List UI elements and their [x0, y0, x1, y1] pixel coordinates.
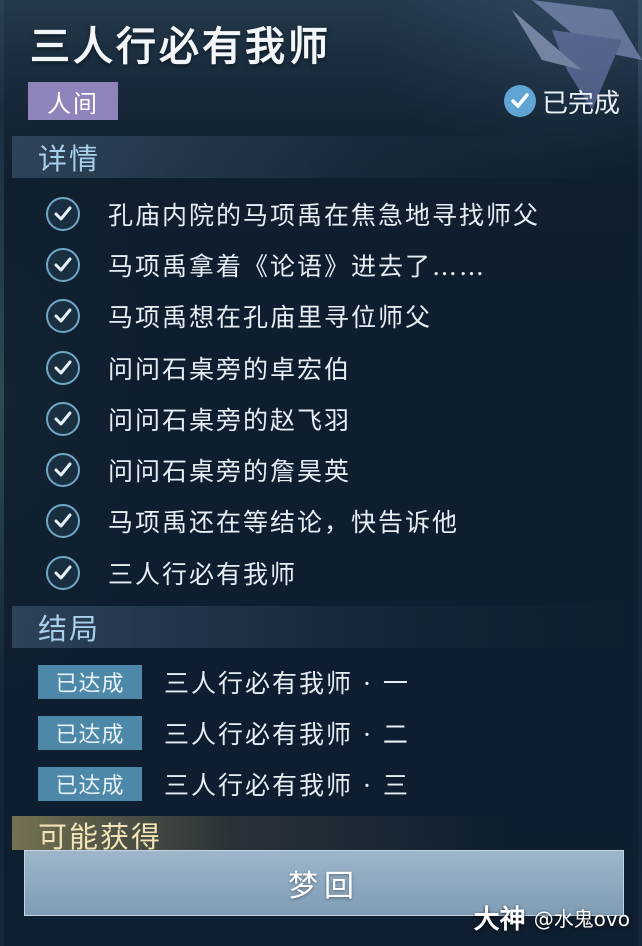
achieved-badge: 已达成: [38, 766, 142, 801]
details-list: 孔庙内院的马项禹在焦急地寻找师父 马项禹拿着《论语》进去了…… 马项禹想在孔庙里…: [46, 188, 540, 598]
endings-list: 已达成 三人行必有我师 · 一 已达成 三人行必有我师 · 二 已达成 三人行必…: [38, 656, 410, 809]
checkmark-icon: [46, 555, 80, 590]
ending-row[interactable]: 已达成 三人行必有我师 · 三: [38, 758, 410, 809]
achieved-badge: 已达成: [38, 715, 142, 750]
rewards-heading: 可能获得: [12, 816, 630, 850]
checkmark-icon: [503, 85, 536, 117]
ending-row[interactable]: 已达成 三人行必有我师 · 一: [38, 656, 410, 707]
ending-label: 三人行必有我师 · 三: [164, 770, 410, 800]
checkmark-icon: [46, 504, 80, 539]
watermark-logo: 大神: [473, 905, 526, 935]
list-item: 问问石桌旁的詹昊英: [46, 444, 540, 495]
list-item: 马项禹还在等结论，快告诉他: [46, 496, 540, 547]
detail-text: 三人行必有我师: [108, 559, 298, 589]
ending-label: 三人行必有我师 · 一: [164, 668, 410, 698]
list-item: 马项禹拿着《论语》进去了……: [46, 239, 540, 290]
list-item: 三人行必有我师: [46, 547, 540, 598]
checkmark-icon: [46, 401, 80, 436]
watermark-user: @水鬼ovo: [533, 907, 630, 931]
list-item: 问问石桌旁的赵飞羽: [46, 393, 540, 444]
completion-status: 已完成: [503, 82, 620, 120]
achieved-badge: 已达成: [38, 664, 142, 699]
list-item: 孔庙内院的马项禹在焦急地寻找师父: [46, 188, 540, 239]
checkmark-icon: [46, 453, 80, 488]
detail-text: 马项禹想在孔庙里寻位师父: [108, 303, 433, 333]
detail-text: 马项禹还在等结论，快告诉他: [108, 508, 460, 538]
list-item: 问问石桌旁的卓宏伯: [46, 342, 540, 393]
detail-text: 孔庙内院的马项禹在焦急地寻找师父: [108, 200, 541, 230]
detail-text: 问问石桌旁的卓宏伯: [108, 354, 352, 384]
list-item: 马项禹想在孔庙里寻位师父: [46, 291, 540, 342]
quest-title: 三人行必有我师: [30, 23, 331, 70]
checkmark-icon: [46, 350, 80, 385]
status-label: 已完成: [541, 88, 620, 119]
watermark: 大神 @水鬼ovo: [474, 899, 630, 936]
checkmark-icon: [46, 196, 80, 231]
detail-text: 马项禹拿着《论语》进去了……: [108, 251, 487, 281]
endings-heading: 结局: [12, 606, 630, 648]
checkmark-icon: [46, 247, 80, 282]
detail-text: 问问石桌旁的赵飞羽: [108, 405, 352, 435]
details-heading: 详情: [12, 136, 630, 178]
ending-row[interactable]: 已达成 三人行必有我师 · 二: [38, 707, 410, 758]
category-tag: 人间: [28, 82, 118, 120]
ending-label: 三人行必有我师 · 二: [164, 719, 410, 749]
checkmark-icon: [46, 299, 80, 334]
detail-text: 问问石桌旁的詹昊英: [108, 457, 352, 487]
